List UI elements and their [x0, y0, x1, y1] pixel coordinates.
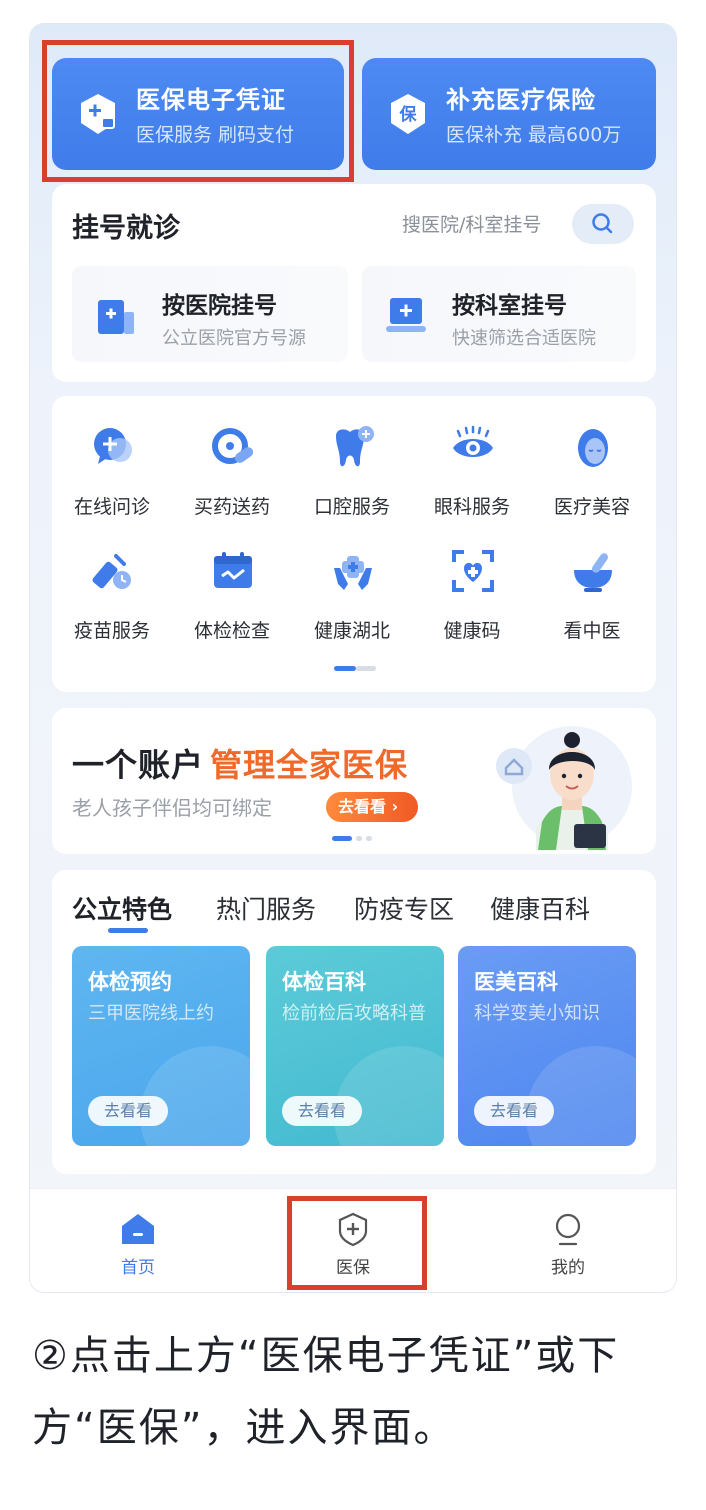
tab-public-features[interactable]: 公立特色	[72, 890, 172, 926]
nav-mine[interactable]: 我的	[528, 1203, 608, 1283]
banner-go-button[interactable]: 去看看 ›	[326, 792, 418, 822]
tab-health-wiki[interactable]: 健康百科	[490, 890, 590, 926]
search-button[interactable]	[572, 204, 634, 244]
department-icon	[386, 298, 426, 332]
feature-card-title: 体检百科	[282, 970, 366, 994]
option-subtitle: 快速筛选合适医院	[452, 328, 596, 349]
caption-line-2: 方“医保”，进入界面。	[32, 1405, 456, 1451]
feature-card-button[interactable]: 去看看	[474, 1096, 554, 1126]
feature-card-title: 体检预约	[88, 970, 172, 994]
svg-text:保: 保	[399, 104, 418, 125]
section-title: 挂号就诊	[72, 213, 180, 244]
option-title: 按科室挂号	[452, 293, 567, 319]
service-label: 医疗美容	[553, 496, 630, 518]
service-buy-medicine[interactable]: 买药送药	[172, 416, 292, 536]
service-label: 健康湖北	[313, 620, 390, 642]
feature-section: 公立特色 热门服务 防疫专区 健康百科 体检预约 三甲医院线上约 去看看 体检百…	[52, 870, 656, 1174]
service-cosmetic[interactable]: 医疗美容	[532, 416, 652, 536]
service-label: 疫苗服务	[73, 620, 150, 642]
home-icon	[122, 1214, 154, 1244]
service-ophthalmology[interactable]: 眼科服务	[412, 416, 532, 536]
page-indicator	[334, 666, 376, 672]
search-icon	[592, 213, 613, 234]
service-healthy-hubei[interactable]: 健康湖北	[292, 540, 412, 660]
tab-hot-services[interactable]: 热门服务	[216, 890, 316, 926]
feature-card-checkup-booking[interactable]: 体检预约 三甲医院线上约 去看看	[72, 946, 250, 1146]
service-tcm[interactable]: 看中医	[532, 540, 652, 660]
service-label: 看中医	[563, 620, 621, 642]
annotation-highlight-box	[287, 1196, 427, 1290]
phone-screen: 医保电子凭证 医保服务 刷码支付 保 补充医疗保险 医保补充 最高600万 挂号…	[30, 24, 676, 1292]
nav-label: 首页	[121, 1258, 155, 1278]
chat-doctor-icon	[94, 428, 132, 464]
service-checkup[interactable]: 体检检查	[172, 540, 292, 660]
feature-card-subtitle: 检前检后攻略科普	[282, 1003, 426, 1024]
doctor-avatar	[496, 726, 632, 850]
service-online-consult[interactable]: 在线问诊	[52, 416, 172, 536]
banner-title-highlight: 管理全家医保	[210, 746, 409, 784]
pill-icon	[212, 428, 254, 464]
search-hint[interactable]: 搜医院/科室挂号	[402, 210, 541, 237]
feature-card-checkup-wiki[interactable]: 体检百科 检前检后攻略科普 去看看	[266, 946, 444, 1146]
feature-card-beauty-wiki[interactable]: 医美百科 科学变美小知识 去看看	[458, 946, 636, 1146]
tab-epidemic-prevention[interactable]: 防疫专区	[354, 890, 454, 926]
option-subtitle: 公立医院官方号源	[162, 328, 306, 349]
register-by-department[interactable]: 按科室挂号 快速筛选合适医院	[362, 266, 636, 362]
instruction-caption: ②点击上方“医保电子凭证”或下 方“医保”，进入界面。	[32, 1320, 692, 1464]
feature-card-subtitle: 三甲医院线上约	[88, 1003, 214, 1024]
service-label: 在线问诊	[73, 496, 150, 518]
vaccine-icon	[92, 554, 131, 589]
feature-card-button[interactable]: 去看看	[88, 1096, 168, 1126]
service-label: 口腔服务	[313, 496, 390, 518]
feature-card-button[interactable]: 去看看	[282, 1096, 362, 1126]
button-label: 去看看	[338, 797, 387, 816]
service-label: 健康码	[443, 620, 501, 642]
supplementary-insurance-card[interactable]: 保 补充医疗保险 医保补充 最高600万	[362, 58, 656, 170]
nav-label: 我的	[551, 1258, 585, 1278]
face-icon	[578, 429, 608, 467]
feature-card-subtitle: 科学变美小知识	[474, 1003, 600, 1024]
annotation-highlight-box	[42, 40, 354, 182]
banner-subtitle: 老人孩子伴侣均可绑定	[72, 796, 272, 820]
banner-title: 一个账户	[72, 746, 205, 784]
insurance-badge-icon: 保	[391, 94, 425, 134]
tooth-icon	[336, 426, 374, 467]
nav-home[interactable]: 首页	[98, 1203, 178, 1283]
service-label: 体检检查	[193, 620, 270, 642]
scan-heart-icon	[452, 550, 494, 592]
service-grid: 在线问诊 买药送药 口腔服务 眼科服务 医疗美容 疫苗服务 体检检查 健康湖北 …	[52, 396, 656, 692]
chevron-right-icon: ›	[391, 797, 399, 816]
service-label: 买药送药	[193, 496, 270, 518]
service-vaccine[interactable]: 疫苗服务	[52, 540, 172, 660]
family-account-banner[interactable]: 一个账户 管理全家医保 老人孩子伴侣均可绑定 去看看 ›	[52, 708, 656, 854]
service-label: 眼科服务	[433, 496, 510, 518]
card-subtitle: 医保补充 最高600万	[446, 124, 622, 146]
mortar-icon	[574, 553, 612, 592]
feature-card-title: 医美百科	[474, 970, 558, 994]
active-tab-indicator	[108, 928, 148, 933]
option-title: 按医院挂号	[162, 293, 277, 319]
calendar-check-icon	[214, 552, 252, 588]
service-dental[interactable]: 口腔服务	[292, 416, 412, 536]
user-icon	[555, 1213, 581, 1246]
register-by-hospital[interactable]: 按医院挂号 公立医院官方号源	[72, 266, 348, 362]
hospital-building-icon	[98, 300, 134, 334]
card-title: 补充医疗保险	[446, 86, 596, 114]
carousel-indicator	[332, 836, 372, 842]
service-health-code[interactable]: 健康码	[412, 540, 532, 660]
hands-heart-icon	[334, 556, 372, 590]
eye-icon	[453, 425, 493, 457]
caption-line-1: ②点击上方“医保电子凭证”或下	[32, 1333, 620, 1379]
registration-panel: 挂号就诊 搜医院/科室挂号 按医院挂号 公立医院官方号源 按科室挂号 快速筛选合…	[52, 184, 656, 382]
